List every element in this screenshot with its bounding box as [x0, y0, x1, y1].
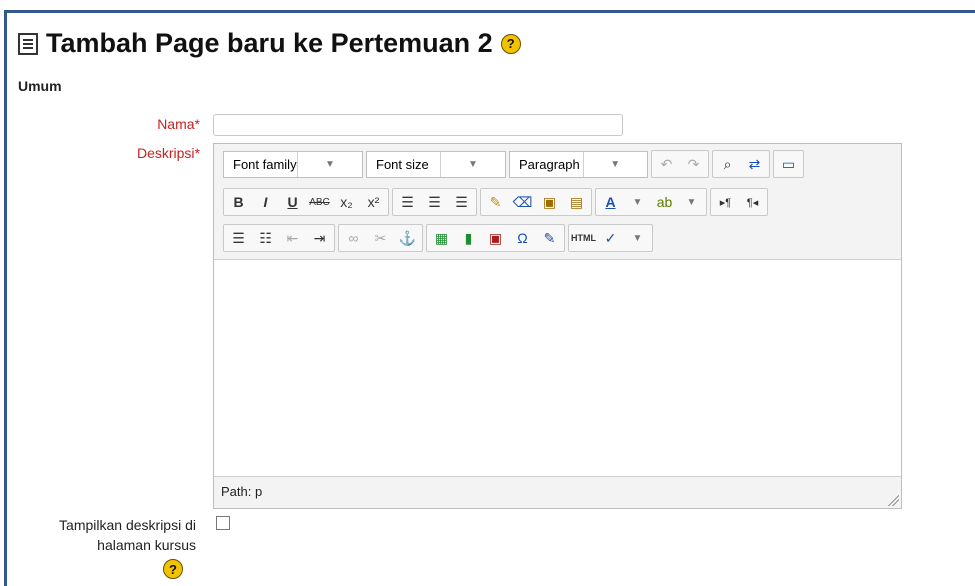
chevron-down-icon[interactable]: ▼ [625, 190, 650, 214]
subscript-icon[interactable]: x₂ [334, 190, 359, 214]
image-icon[interactable]: ▦ [429, 226, 454, 250]
editor-path: Path: p [221, 484, 263, 499]
rich-text-editor: Font family ▼ Font size ▼ Paragraph ▼ ↶ ↷ ⌕… [213, 143, 902, 509]
redo-icon[interactable]: ↷ [681, 152, 706, 176]
font-size-label: Font size [376, 156, 429, 172]
source-group: HTML ✓ ▼ [568, 224, 653, 252]
search-icon[interactable]: ⌕ [715, 152, 740, 176]
media-icon[interactable]: ▮ [456, 226, 481, 250]
format-group: B I U ABC x₂ x² [223, 188, 389, 216]
align-center-icon[interactable]: ☰ [422, 190, 447, 214]
align-left-icon[interactable]: ☰ [395, 190, 420, 214]
paragraph-label: Paragraph [519, 156, 580, 172]
eraser-icon[interactable]: ⌫ [510, 190, 535, 214]
required-marker: * [194, 116, 200, 132]
indent-icon[interactable]: ⇥ [307, 226, 332, 250]
nama-label: Nama* [157, 116, 200, 132]
insert-group: ▦ ▮ ▣ Ω ✎ [426, 224, 565, 252]
chevron-down-icon: ▼ [440, 151, 505, 177]
font-size-select[interactable]: Font size ▼ [366, 150, 506, 178]
chevron-down-icon: ▼ [582, 151, 648, 177]
page-title: Tambah Page baru ke Pertemuan 2 ? [18, 28, 521, 59]
direction-group: ▸¶ ¶◂ [710, 188, 768, 216]
align-group: ☰ ☰ ☰ [392, 188, 477, 216]
anchor-icon[interactable]: ⚓ [395, 226, 420, 250]
italic-icon[interactable]: I [253, 190, 278, 214]
chevron-down-icon[interactable]: ▼ [625, 226, 650, 250]
align-right-icon[interactable]: ☰ [449, 190, 474, 214]
editor-toolbar-row-1: Font family ▼ Font size ▼ Paragraph ▼ ↶ ↷ ⌕… [223, 150, 804, 178]
nama-label-text: Nama [157, 116, 195, 132]
ltr-icon[interactable]: ▸¶ [713, 190, 738, 214]
cleanup-icon[interactable]: ✎ [483, 190, 508, 214]
html-icon[interactable]: HTML [571, 226, 596, 250]
search-group: ⌕ ⇄ [712, 150, 770, 178]
section-title: Umum [18, 78, 62, 94]
document-icon [18, 32, 38, 55]
paragraph-select[interactable]: Paragraph ▼ [509, 150, 648, 178]
numbered-list-icon[interactable]: ☷ [253, 226, 278, 250]
show-description-label: Tampilkan deskripsi di halaman kursus [59, 517, 196, 553]
list-group: ☰ ☷ ⇤ ⇥ [223, 224, 335, 252]
chevron-down-icon[interactable]: ▼ [679, 190, 704, 214]
bullet-list-icon[interactable]: ☰ [226, 226, 251, 250]
help-icon[interactable]: ? [500, 33, 521, 54]
highlight-icon[interactable]: ab [652, 190, 677, 214]
font-family-label: Font family [233, 156, 297, 172]
superscript-icon[interactable]: x² [361, 190, 386, 214]
fullscreen-group: ▭ [773, 150, 804, 178]
paste-text-icon[interactable]: ▣ [537, 190, 562, 214]
deskripsi-label-text: Deskripsi [136, 145, 195, 161]
link-icon[interactable]: ∞ [341, 226, 366, 250]
outdent-icon[interactable]: ⇤ [280, 226, 305, 250]
strikethrough-icon[interactable]: ABC [307, 190, 332, 214]
bold-icon[interactable]: B [226, 190, 251, 214]
chevron-down-icon: ▼ [297, 151, 362, 177]
editor-toolbar-row-2: B I U ABC x₂ x² ☰ ☰ ☰ ✎ ⌫ ▣ ▤ A ▼ ab ▼ ▸… [223, 188, 768, 216]
paste-word-icon[interactable]: ▤ [564, 190, 589, 214]
nama-input[interactable] [213, 114, 623, 136]
text-color-icon[interactable]: A [598, 190, 623, 214]
required-marker: * [194, 145, 200, 161]
spellcheck-icon[interactable]: ✓ [598, 226, 623, 250]
replace-icon[interactable]: ⇄ [742, 152, 767, 176]
underline-icon[interactable]: U [280, 190, 305, 214]
editor-toolbar-row-3: ☰ ☷ ⇤ ⇥ ∞ ✂ ⚓ ▦ ▮ ▣ Ω ✎ HTML ✓ ▼ [223, 224, 653, 252]
edit-icon[interactable]: ✎ [537, 226, 562, 250]
fullscreen-icon[interactable]: ▭ [776, 152, 801, 176]
show-description-checkbox[interactable] [216, 516, 230, 530]
clipboard-group: ✎ ⌫ ▣ ▤ [480, 188, 592, 216]
undo-icon[interactable]: ↶ [654, 152, 679, 176]
color-group: A ▼ ab ▼ [595, 188, 707, 216]
help-icon[interactable]: ? [163, 559, 183, 579]
history-group: ↶ ↷ [651, 150, 709, 178]
resize-handle-icon[interactable] [887, 494, 899, 506]
font-family-select[interactable]: Font family ▼ [223, 150, 363, 178]
deskripsi-label: Deskripsi* [137, 145, 200, 161]
link-group: ∞ ✂ ⚓ [338, 224, 423, 252]
unlink-icon[interactable]: ✂ [368, 226, 393, 250]
embed-icon[interactable]: ▣ [483, 226, 508, 250]
rtl-icon[interactable]: ¶◂ [740, 190, 765, 214]
special-char-icon[interactable]: Ω [510, 226, 535, 250]
editor-content-area[interactable] [214, 259, 901, 477]
page-title-text: Tambah Page baru ke Pertemuan 2 [46, 28, 493, 58]
